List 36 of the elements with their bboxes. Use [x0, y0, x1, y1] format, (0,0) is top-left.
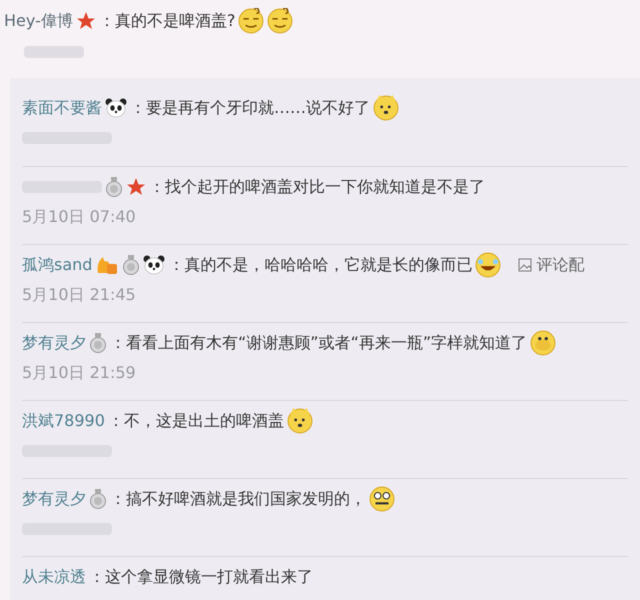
comment-text: ：看看上面有木有“谢谢惠顾”或者“再来一瓶”字样就知道了	[110, 332, 528, 354]
medal-icon	[89, 333, 107, 353]
username-link[interactable]: 梦有灵夕	[22, 331, 86, 355]
panda-icon	[105, 98, 127, 118]
emoji-icon	[369, 486, 395, 512]
username-link[interactable]: Hey-偉博	[4, 9, 73, 33]
comment-text: ：找个起开的啤酒盖对比一下你就知道是不是了	[149, 176, 485, 198]
timestamp: 5月10日 21:59	[22, 362, 136, 384]
emoji-icon	[530, 330, 556, 356]
timestamp: 5月10日 07:40	[22, 206, 136, 228]
comment-text: ：要是再有个牙印就……说不好了	[130, 97, 370, 119]
medal-icon	[122, 255, 140, 275]
username-link[interactable]: 素面不要酱	[22, 96, 102, 120]
username-link[interactable]: 梦有灵夕	[22, 487, 86, 511]
emoji-icon	[267, 8, 294, 34]
medal-icon	[105, 177, 123, 197]
comment-text: ：搞不好啤酒就是我们国家发明的，	[110, 488, 366, 510]
timestamp: 5月10日 21:45	[22, 284, 136, 306]
comment-text: ：不，这是出土的啤酒盖	[108, 410, 284, 432]
star-icon	[126, 177, 146, 197]
panda-icon	[143, 255, 166, 275]
comment-text: ：真的不是，哈哈哈哈，它就是长的像而已	[168, 254, 472, 276]
medal-icon	[89, 489, 107, 509]
fire-badge-icon	[95, 255, 120, 275]
star-icon	[76, 11, 96, 31]
emoji-icon	[238, 8, 264, 34]
emoji-icon	[373, 95, 399, 121]
image-icon	[518, 258, 532, 272]
emoji-icon	[286, 408, 313, 434]
username-link[interactable]: 孤鸿sand	[22, 253, 92, 277]
comment-text: ：这个拿显微镜一打就看出来了	[89, 566, 313, 588]
username-link[interactable]: 洪斌78990	[22, 409, 105, 433]
username-link[interactable]: 从未凉透	[22, 565, 86, 589]
emoji-icon	[475, 252, 502, 278]
comment-with-image-link[interactable]: 评论配	[518, 253, 584, 277]
comment-text: ：真的不是啤酒盖?	[98, 10, 236, 32]
